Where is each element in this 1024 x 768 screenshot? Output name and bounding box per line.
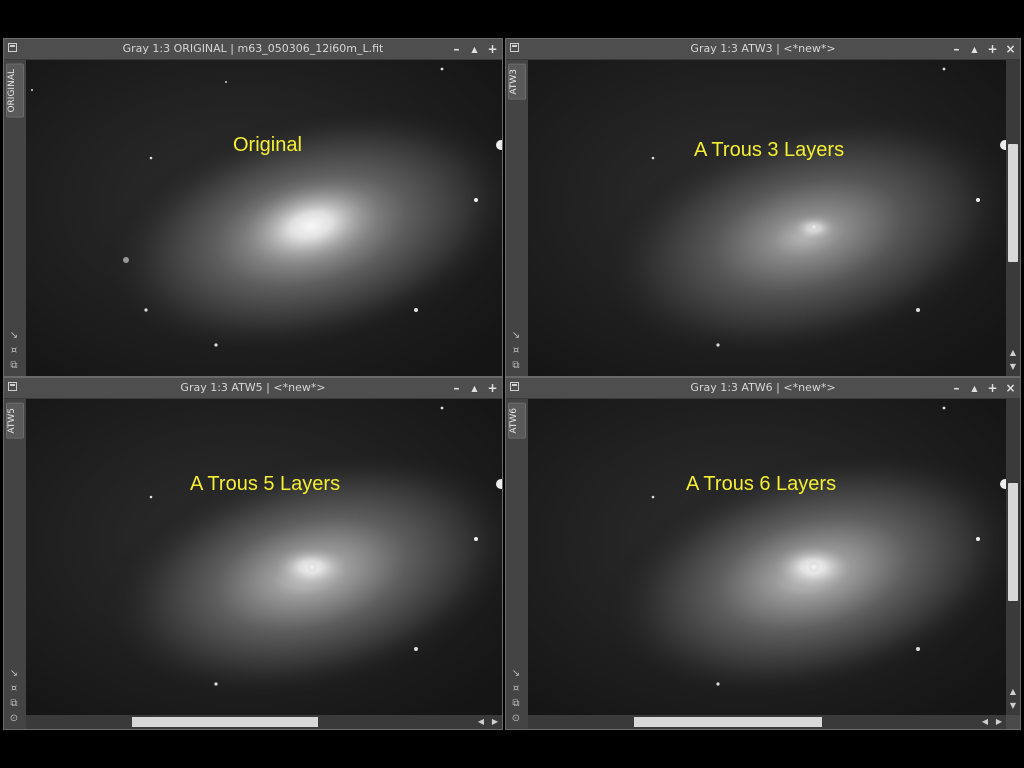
scrollbar-thumb[interactable] <box>1008 144 1018 262</box>
galaxy-image <box>26 60 502 376</box>
minimize-icon[interactable]: – <box>951 43 962 55</box>
scroll-left-icon[interactable]: ◀ <box>980 717 990 727</box>
scrollbar-thumb[interactable] <box>634 717 822 727</box>
link-icon[interactable]: ⧉ <box>510 698 522 710</box>
scroll-down-icon[interactable]: ▼ <box>1008 362 1018 372</box>
nav-icon[interactable]: ⊙ <box>8 713 20 725</box>
maximize-icon[interactable]: + <box>487 382 498 394</box>
pan-icon[interactable]: ¤ <box>510 683 522 695</box>
title-bar[interactable]: Gray 1:3 ATW3 | <*new*> – ▲ + × <box>506 39 1020 60</box>
scrollbar-thumb[interactable] <box>132 717 318 727</box>
image-window-atw5[interactable]: Gray 1:3 ATW5 | <*new*> – ▲ + ATW5 ↘ ¤ ⧉… <box>3 377 503 730</box>
image-window-atw3[interactable]: Gray 1:3 ATW3 | <*new*> – ▲ + × ATW3 ↘ ¤… <box>505 38 1021 377</box>
title-bar[interactable]: Gray 1:3 ATW5 | <*new*> – ▲ + <box>4 378 502 399</box>
galaxy-image <box>528 399 1006 715</box>
minimize-icon[interactable]: – <box>451 43 462 55</box>
zoom-fit-icon[interactable]: ↘ <box>510 668 522 680</box>
scroll-right-icon[interactable]: ▶ <box>994 717 1004 727</box>
title-bar[interactable]: Gray 1:3 ORIGINAL | m63_050306_12i60m_L.… <box>4 39 502 60</box>
title-bar[interactable]: Gray 1:3 ATW6 | <*new*> – ▲ + × <box>506 378 1020 399</box>
close-icon[interactable]: × <box>1005 382 1016 394</box>
zoom-fit-icon[interactable]: ↘ <box>8 330 20 342</box>
link-icon[interactable]: ⧉ <box>8 698 20 710</box>
image-view[interactable]: A Trous 5 Layers <box>26 399 502 715</box>
pan-icon[interactable]: ¤ <box>8 345 20 357</box>
image-window-atw6[interactable]: Gray 1:3 ATW6 | <*new*> – ▲ + × ATW6 ↘ ¤… <box>505 377 1021 730</box>
window-title: Gray 1:3 ATW6 | <*new*> <box>690 381 836 394</box>
image-view[interactable]: Original <box>26 60 502 376</box>
scroll-down-icon[interactable]: ▼ <box>1008 701 1018 711</box>
caption-label: A Trous 5 Layers <box>190 473 341 495</box>
close-icon[interactable]: × <box>1005 43 1016 55</box>
view-id-tab[interactable]: ATW6 <box>508 403 526 439</box>
minimize-icon[interactable]: – <box>451 382 462 394</box>
shade-icon[interactable]: ▲ <box>469 383 480 394</box>
vertical-scrollbar[interactable]: ▲ ▼ <box>1006 60 1020 376</box>
image-view[interactable]: A Trous 6 Layers <box>528 399 1006 715</box>
maximize-icon[interactable]: + <box>987 382 998 394</box>
window-title: Gray 1:3 ORIGINAL | m63_050306_12i60m_L.… <box>122 42 384 55</box>
scroll-up-icon[interactable]: ▲ <box>1008 348 1018 358</box>
scroll-right-icon[interactable]: ▶ <box>490 717 500 727</box>
caption-label: Original <box>233 134 302 156</box>
vertical-scrollbar[interactable]: ▲ ▼ <box>1006 399 1020 715</box>
caption-label: A Trous 6 Layers <box>686 473 837 495</box>
maximize-icon[interactable]: + <box>987 43 998 55</box>
pan-icon[interactable]: ¤ <box>510 345 522 357</box>
galaxy-image <box>26 399 502 715</box>
horizontal-scrollbar[interactable]: ◀ ▶ <box>528 715 1006 729</box>
scroll-left-icon[interactable]: ◀ <box>476 717 486 727</box>
caption-label: A Trous 3 Layers <box>694 139 845 161</box>
nav-icon[interactable]: ⊙ <box>510 713 522 725</box>
image-view[interactable]: A Trous 3 Layers <box>528 60 1006 376</box>
view-id-tab[interactable]: ORIGINAL <box>6 64 24 118</box>
pan-icon[interactable]: ¤ <box>8 683 20 695</box>
zoom-fit-icon[interactable]: ↘ <box>510 330 522 342</box>
scroll-up-icon[interactable]: ▲ <box>1008 687 1018 697</box>
maximize-icon[interactable]: + <box>487 43 498 55</box>
shade-icon[interactable]: ▲ <box>969 383 980 394</box>
view-id-tab[interactable]: ATW3 <box>508 64 526 100</box>
image-window-original[interactable]: Gray 1:3 ORIGINAL | m63_050306_12i60m_L.… <box>3 38 503 377</box>
galaxy-image <box>528 60 1006 376</box>
window-title: Gray 1:3 ATW5 | <*new*> <box>180 381 326 394</box>
view-id-tab[interactable]: ATW5 <box>6 403 24 439</box>
minimize-icon[interactable]: – <box>951 382 962 394</box>
zoom-fit-icon[interactable]: ↘ <box>8 668 20 680</box>
link-icon[interactable]: ⧉ <box>8 360 20 372</box>
link-icon[interactable]: ⧉ <box>510 360 522 372</box>
horizontal-scrollbar[interactable]: ◀ ▶ <box>26 715 502 729</box>
window-title: Gray 1:3 ATW3 | <*new*> <box>690 42 836 55</box>
shade-icon[interactable]: ▲ <box>469 44 480 55</box>
scrollbar-thumb[interactable] <box>1008 483 1018 601</box>
shade-icon[interactable]: ▲ <box>969 44 980 55</box>
